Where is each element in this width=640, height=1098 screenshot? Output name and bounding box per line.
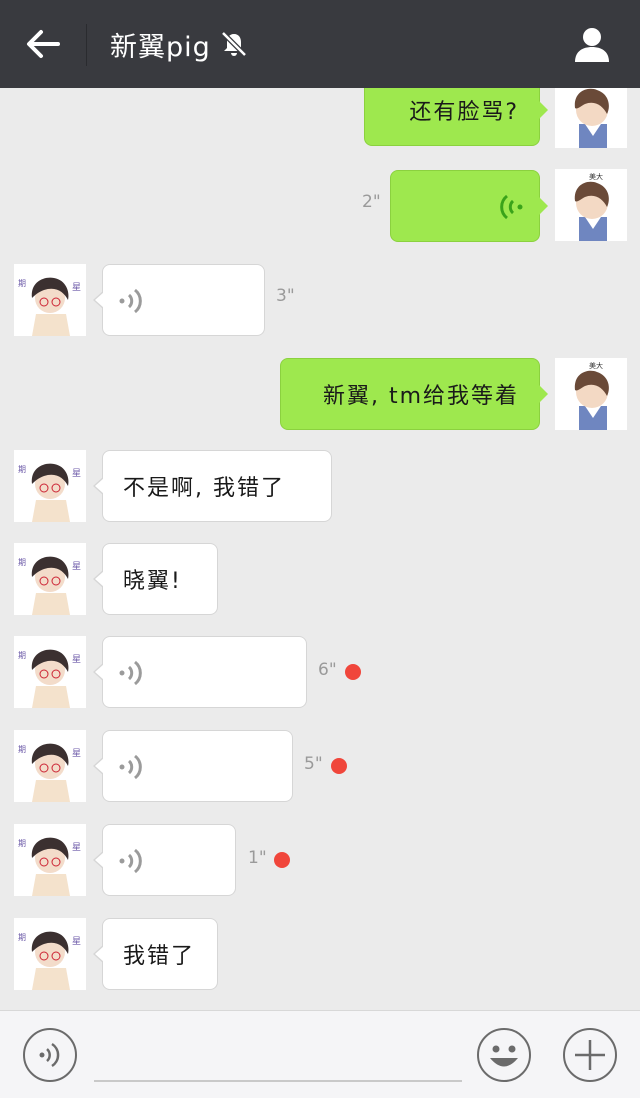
arrow-left-icon[interactable] [22, 24, 62, 64]
message-text: 不是啊, 我错了 [123, 476, 285, 501]
voice-wave-icon [119, 848, 142, 874]
voice-wave-icon [119, 754, 142, 780]
self-avatar[interactable]: 美大 [555, 169, 627, 241]
voice-duration: 2" [362, 192, 381, 212]
contact-avatar[interactable]: 期星 [14, 636, 86, 708]
self-avatar[interactable]: 美大 [555, 358, 627, 430]
chat-title: 新翼pig [110, 31, 211, 63]
contact-avatar[interactable]: 期星 [14, 264, 86, 336]
voice-wave-icon [500, 194, 523, 220]
voice-wave-icon [119, 660, 142, 686]
voice-mode-icon[interactable] [22, 1027, 78, 1083]
message-input[interactable] [94, 1080, 462, 1082]
avatar-label: 星 [72, 468, 81, 479]
voice-duration: 5" [304, 754, 323, 774]
avatar-label: 星 [72, 936, 81, 947]
bell-slash-icon [221, 31, 247, 57]
message-text: 晓翼! [123, 569, 182, 594]
voice-duration: 6" [318, 660, 337, 680]
chat-title-group: 新翼pig [110, 24, 249, 64]
message-text: 新翼, tm给我等着 [322, 384, 519, 409]
svg-text:期: 期 [18, 839, 26, 848]
svg-text:期: 期 [18, 933, 26, 942]
plus-icon[interactable] [562, 1027, 618, 1083]
avatar-label: 星 [72, 748, 81, 759]
outgoing-voice-bubble[interactable] [390, 170, 548, 242]
avatar-label: 星 [72, 842, 81, 853]
message-list[interactable]: 还有脸骂? 2" 美大 期星 3" 新翼, tm给我等着 美大 期星 不是啊, … [0, 88, 640, 1010]
outgoing-text-bubble[interactable]: 还有脸骂? [364, 88, 548, 146]
contact-avatar[interactable]: 期星 [14, 918, 86, 990]
avatar-label: 美大 [589, 172, 603, 181]
voice-wave-icon [119, 288, 142, 314]
avatar-label: 星 [72, 282, 81, 293]
outgoing-text-bubble[interactable]: 新翼, tm给我等着 [280, 358, 548, 430]
contact-avatar[interactable]: 期星 [14, 824, 86, 896]
incoming-voice-bubble[interactable] [93, 824, 236, 896]
svg-text:期: 期 [18, 558, 26, 567]
contact-avatar[interactable]: 期星 [14, 450, 86, 522]
unread-dot [345, 664, 361, 680]
unread-dot [331, 758, 347, 774]
incoming-voice-bubble[interactable] [93, 730, 293, 802]
voice-duration: 1" [248, 848, 267, 868]
contact-avatar[interactable]: 期星 [14, 730, 86, 802]
svg-text:期: 期 [18, 745, 26, 754]
message-text: 还有脸骂? [409, 100, 519, 125]
svg-text:期: 期 [18, 651, 26, 660]
incoming-text-bubble[interactable]: 晓翼! [93, 543, 218, 615]
svg-text:期: 期 [18, 465, 26, 474]
message-text: 我错了 [123, 944, 196, 969]
smiley-icon[interactable] [476, 1027, 532, 1083]
contact-avatar[interactable]: 期星 [14, 543, 86, 615]
voice-duration: 3" [276, 286, 295, 306]
unread-dot [274, 852, 290, 868]
incoming-text-bubble[interactable]: 不是啊, 我错了 [93, 450, 332, 522]
header-divider [86, 24, 87, 66]
avatar-label: 星 [72, 561, 81, 572]
person-icon[interactable] [572, 24, 612, 64]
chat-header: 新翼pig [0, 0, 640, 88]
avatar-label: 美大 [589, 361, 603, 370]
incoming-voice-bubble[interactable] [93, 264, 265, 336]
avatar-label: 星 [72, 654, 81, 665]
incoming-text-bubble[interactable]: 我错了 [93, 918, 218, 990]
input-toolbar [0, 1010, 640, 1098]
self-avatar[interactable] [555, 88, 627, 148]
incoming-voice-bubble[interactable] [93, 636, 307, 708]
svg-text:期: 期 [18, 279, 26, 288]
